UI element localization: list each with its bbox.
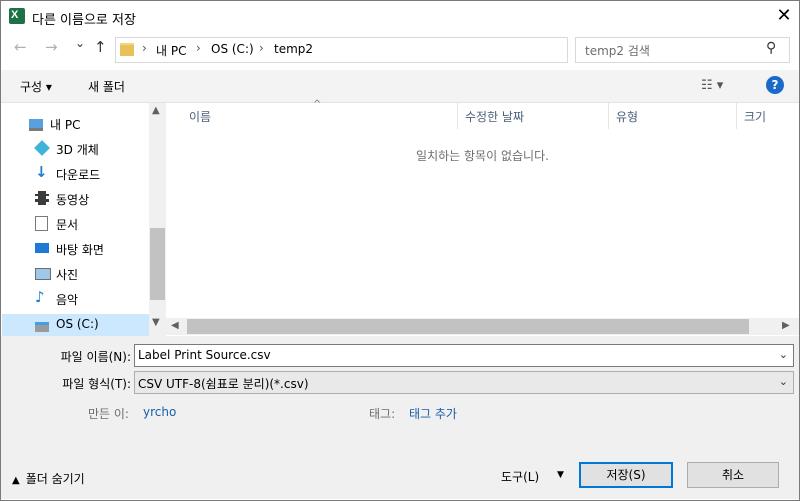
- save-button[interactable]: 저장(S): [579, 462, 673, 488]
- breadcrumb-os-c[interactable]: OS (C:): [211, 42, 254, 56]
- hide-folders-button[interactable]: ▲ 폴더 숨기기: [12, 470, 85, 487]
- nav-item-label: 문서: [56, 218, 79, 232]
- chevron-up-icon: ▲: [12, 475, 20, 486]
- breadcrumb-separator: ›: [142, 41, 147, 55]
- file-list-horizontal-scrollbar[interactable]: ◀ ▶: [166, 318, 799, 335]
- nav-item-this-pc[interactable]: 내 PC: [29, 113, 143, 135]
- nav-item-downloads[interactable]: ↓ 다운로드: [35, 163, 149, 185]
- author-value[interactable]: yrcho: [143, 405, 176, 419]
- breadcrumb-separator: ›: [259, 41, 264, 55]
- command-bar: 구성 ▾ 새 폴더 ☷ ▾ ?: [1, 70, 799, 103]
- up-arrow-icon[interactable]: ↑: [94, 38, 107, 56]
- folder-icon: [120, 43, 134, 56]
- tools-button[interactable]: 도구(L): [501, 468, 539, 485]
- hide-folders-label: 폴더 숨기기: [25, 472, 85, 486]
- column-header-type[interactable]: 유형: [608, 103, 736, 129]
- scroll-up-icon[interactable]: ▲: [152, 105, 160, 116]
- nav-item-3d-objects[interactable]: 3D 개체: [34, 138, 149, 160]
- scroll-thumb[interactable]: [187, 319, 749, 334]
- filetype-value: CSV UTF-8(쉼표로 분리)(*.csv): [138, 377, 309, 391]
- nav-item-label: 사진: [56, 268, 79, 282]
- nav-item-documents[interactable]: 문서: [35, 213, 149, 235]
- breadcrumb-temp2[interactable]: temp2: [274, 42, 313, 56]
- video-icon: [35, 191, 49, 205]
- scroll-thumb[interactable]: [150, 228, 165, 300]
- chevron-down-icon[interactable]: ⌄: [779, 348, 788, 361]
- cube-icon: [34, 140, 50, 156]
- scroll-down-icon[interactable]: ▼: [152, 317, 160, 328]
- nav-item-videos[interactable]: 동영상: [35, 188, 149, 210]
- view-options-icon[interactable]: ☷ ▾: [701, 78, 723, 93]
- close-button[interactable]: ✕: [771, 3, 797, 29]
- breadcrumb-separator: ›: [196, 41, 201, 55]
- empty-folder-message: 일치하는 항목이 없습니다.: [416, 149, 549, 163]
- excel-icon: X: [9, 8, 25, 24]
- address-bar[interactable]: › 내 PC › OS (C:) › temp2 ⌄ ↻: [115, 37, 675, 63]
- filename-label: 파일 이름(N):: [60, 350, 131, 364]
- help-icon[interactable]: ?: [766, 76, 784, 94]
- chevron-down-icon[interactable]: ⌄: [779, 375, 788, 388]
- tools-dropdown-icon[interactable]: ▼: [557, 470, 564, 480]
- recent-locations-icon[interactable]: ⌄: [75, 36, 85, 50]
- title-bar: X 다른 이름으로 저장 ✕: [1, 1, 799, 32]
- column-header-date-modified[interactable]: 수정한 날짜: [457, 103, 608, 129]
- filetype-select[interactable]: CSV UTF-8(쉼표로 분리)(*.csv) ⌄: [134, 371, 794, 394]
- nav-item-label: 동영상: [56, 193, 90, 207]
- nav-item-label: OS (C:): [56, 317, 99, 331]
- nav-item-music[interactable]: ♪ 음악: [35, 288, 149, 310]
- search-icon[interactable]: ⚲: [766, 40, 776, 56]
- music-icon: ♪: [35, 288, 45, 306]
- filename-input[interactable]: Label Print Source.csv ⌄: [134, 344, 794, 367]
- nav-item-label: 3D 개체: [56, 143, 99, 157]
- pc-icon: [29, 119, 43, 131]
- new-folder-button[interactable]: 새 폴더: [88, 78, 125, 95]
- search-placeholder: temp2 검색: [585, 44, 650, 58]
- scroll-right-icon[interactable]: ▶: [782, 320, 790, 331]
- scroll-left-icon[interactable]: ◀: [171, 320, 179, 331]
- tags-label: 태그:: [369, 407, 396, 421]
- nav-item-label: 음악: [56, 293, 79, 307]
- nav-vertical-scrollbar[interactable]: ▲ ▼: [149, 103, 166, 336]
- desktop-icon: [35, 243, 49, 253]
- picture-icon: [35, 268, 51, 280]
- navigation-pane: 내 PC 3D 개체 ↓ 다운로드 동영상 문서 바탕 화면 사진 ♪ 음악 O…: [1, 103, 149, 336]
- filetype-label: 파일 형식(T):: [62, 377, 131, 391]
- dialog-title: 다른 이름으로 저장: [32, 13, 136, 28]
- nav-item-pictures[interactable]: 사진: [35, 263, 149, 285]
- download-icon: ↓: [35, 163, 48, 181]
- file-list[interactable]: ^ 이름 수정한 날짜 유형 크기 일치하는 항목이 없습니다.: [166, 99, 799, 335]
- tags-value[interactable]: 태그 추가: [409, 405, 457, 422]
- save-options-panel: 파일 이름(N): Label Print Source.csv ⌄ 파일 형식…: [1, 336, 799, 499]
- search-box[interactable]: temp2 검색 ⚲: [575, 37, 790, 63]
- cancel-button[interactable]: 취소: [687, 462, 779, 488]
- author-label: 만든 이:: [88, 407, 129, 421]
- document-icon: [35, 216, 48, 231]
- forward-arrow-icon[interactable]: →: [45, 38, 58, 56]
- nav-item-label: 바탕 화면: [56, 243, 104, 257]
- nav-item-os-c[interactable]: OS (C:): [2, 314, 149, 336]
- breadcrumb-this-pc[interactable]: 내 PC: [156, 42, 186, 59]
- drive-icon: [35, 322, 49, 332]
- nav-item-desktop[interactable]: 바탕 화면: [35, 238, 149, 260]
- filename-value: Label Print Source.csv: [138, 348, 271, 362]
- column-header-name[interactable]: 이름: [181, 103, 457, 129]
- back-arrow-icon[interactable]: ←: [14, 38, 27, 56]
- nav-item-label: 내 PC: [50, 118, 81, 132]
- nav-item-label: 다운로드: [56, 168, 101, 182]
- organize-button[interactable]: 구성 ▾: [20, 78, 52, 95]
- column-header-size[interactable]: 크기: [736, 103, 799, 129]
